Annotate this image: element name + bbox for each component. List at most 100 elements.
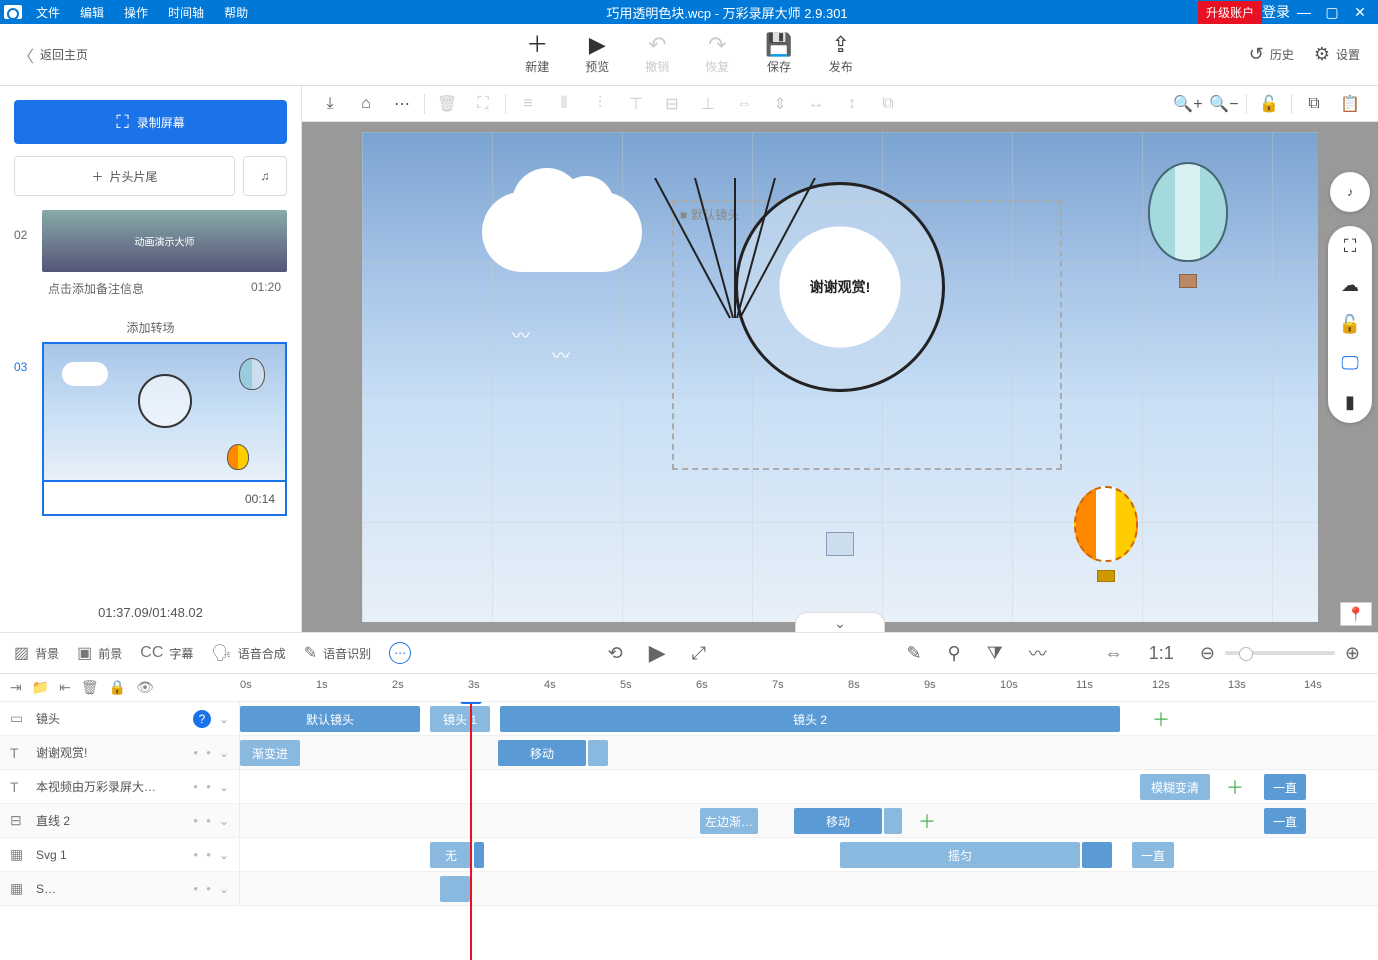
clip[interactable]: 镜头 1 [430,706,490,732]
chevron-down-icon[interactable]: ⌄ [219,814,229,828]
menu-edit[interactable]: 编辑 [72,2,112,23]
delete-icon[interactable]: 🗑 [81,679,99,696]
clip[interactable]: 渐变进 [240,740,300,766]
clip[interactable] [588,740,608,766]
align-left-icon[interactable]: ≡ [510,95,546,113]
track-label[interactable]: T本视频由万彩录屏大…●●⌄ [0,770,240,803]
clip[interactable]: 一直 [1264,808,1306,834]
clip[interactable] [884,808,902,834]
panel-tts[interactable]: 🗣语音合成 [211,643,285,663]
history-button[interactable]: ↺历史 [1249,44,1294,65]
slide-03[interactable]: 00:14 [42,342,287,516]
curve-icon[interactable]: 〰 [1025,640,1051,666]
add-transition-button[interactable]: 添加转场 [14,313,287,342]
zoom-out-timeline-icon[interactable]: ⊖ [1196,643,1219,664]
add-clip-button[interactable]: ＋ [1150,708,1172,730]
canvas-stage[interactable]: ■默认镜头 谢谢观赏! 〰 〰 ⌄ ♪ ⛶ [302,122,1378,632]
cloud-icon[interactable]: ☁ [1341,275,1359,296]
chevron-down-icon[interactable]: ⌄ [219,780,229,794]
panel-fg[interactable]: ▣前景 [77,643,122,663]
panel-asr[interactable]: ✎语音识别 [304,643,371,663]
main-balloon[interactable]: 谢谢观赏! [735,182,945,392]
clip[interactable] [474,842,484,868]
align-top-icon[interactable]: ⊤ [618,94,654,114]
head-tail-button[interactable]: ＋ 片头片尾 [14,156,235,196]
track-lane[interactable]: 左边渐… 移动 ＋ 一直 [240,804,1378,837]
align-center-icon[interactable]: ⫴ [546,95,582,113]
preview-button[interactable]: ▶预览 [585,34,609,75]
play-icon[interactable]: ▶ [645,640,670,666]
desktop-icon[interactable]: 🖵 [1341,353,1358,374]
upgrade-button[interactable]: 升级账户 [1198,1,1262,24]
align-bot-icon[interactable]: ⊥ [690,94,726,114]
new-button[interactable]: ＋新建 [525,34,549,75]
chevron-down-icon[interactable]: ⌄ [219,746,229,760]
maximize-button[interactable]: ▢ [1318,2,1346,23]
trash-icon[interactable]: 🗑 [429,94,465,114]
clip[interactable]: 一直 [1264,774,1306,800]
match-w-icon[interactable]: ↔ [798,95,834,113]
mobile-icon[interactable]: ▮ [1345,392,1355,413]
track-lane[interactable]: 默认镜头镜头 1镜头 2＋ [240,702,1378,735]
paste-icon[interactable]: 📋 [1332,94,1368,114]
visibility-icon[interactable]: 👁 [136,679,154,696]
filter-icon[interactable]: ⧩ [983,643,1007,664]
edit-icon[interactable]: ✎ [902,643,925,664]
copy-icon[interactable]: ⧉ [1296,95,1332,113]
lock-icon[interactable]: 🔒 [109,679,126,696]
settings-button[interactable]: ⚙设置 [1314,44,1360,65]
undo-button[interactable]: ↶撤销 [645,34,669,75]
order-icon[interactable]: ⧉ [870,95,906,113]
music-button[interactable]: ♫ [243,156,287,196]
publish-button[interactable]: ⇪发布 [829,34,853,75]
collapse-canvas-button[interactable]: ⌄ [795,612,885,632]
expand-icon[interactable]: ⤢ [688,643,710,664]
fit-icon[interactable]: ⇔ [1101,643,1127,664]
menu-file[interactable]: 文件 [28,2,68,23]
playhead-grip[interactable] [460,702,482,704]
redo-button[interactable]: ↷恢复 [705,34,729,75]
back-home-button[interactable]: 〈 返回主页 [0,43,106,67]
align-bottom-icon[interactable]: ⤓ [312,95,348,113]
track-label[interactable]: ▦S… ●●⌄ [0,872,240,905]
clip[interactable]: 无 [430,842,472,868]
clip[interactable]: 一直 [1132,842,1174,868]
clip[interactable]: 镜头 2 [500,706,1120,732]
clip[interactable]: 摇匀 [840,842,1080,868]
zoom-slider[interactable] [1225,651,1335,655]
slide-02[interactable]: 动画演示大师 点击添加备注信息 01:20 [42,210,287,305]
more-panels-button[interactable]: ⋯ [389,642,411,664]
zoom-in-timeline-icon[interactable]: ⊕ [1341,643,1364,664]
clip[interactable]: 移动 [498,740,586,766]
dist-v-icon[interactable]: ⇕ [762,94,798,114]
menu-action[interactable]: 操作 [116,2,156,23]
zoom-out-icon[interactable]: 🔍− [1206,94,1242,114]
chevron-down-icon[interactable]: ⌄ [219,882,229,896]
dist-h-icon[interactable]: ⇔ [726,95,762,113]
clip[interactable]: 左边渐… [700,808,758,834]
login-button[interactable]: 登录 [1262,0,1290,24]
align-mid-icon[interactable]: ⊟ [654,94,690,114]
more-icon[interactable]: ⋯ [384,94,420,114]
close-button[interactable]: ✕ [1346,2,1374,23]
collapse-icon[interactable]: ⇤ [59,679,71,696]
match-h-icon[interactable]: ↕ [834,95,870,113]
clip[interactable]: 移动 [794,808,882,834]
export-icon[interactable]: ⇥ [10,679,22,696]
align-right-icon[interactable]: ⫶ [582,95,618,113]
lock-open-icon[interactable]: 🔓 [1339,314,1361,335]
record-screen-button[interactable]: ⛶ 录制屏幕 [14,100,287,144]
track-label[interactable]: ▦Svg 1●●⌄ [0,838,240,871]
fullscreen-icon[interactable]: ⛶ [1344,236,1357,257]
clip[interactable]: 模糊变清 [1140,774,1210,800]
zoom-in-icon[interactable]: 🔍+ [1170,94,1206,114]
save-button[interactable]: 💾保存 [765,34,792,75]
home-icon[interactable]: ⌂ [348,95,384,113]
panel-bg[interactable]: ▨背景 [14,643,59,663]
pin-button[interactable]: 📍 [1340,602,1372,626]
track-lane[interactable] [240,872,1378,905]
rewind-icon[interactable]: ⟲ [604,643,627,664]
add-clip-button[interactable]: ＋ [1224,776,1246,798]
track-lane[interactable]: 模糊变清 ＋ 一直 [240,770,1378,803]
add-clip-button[interactable]: ＋ [916,810,938,832]
